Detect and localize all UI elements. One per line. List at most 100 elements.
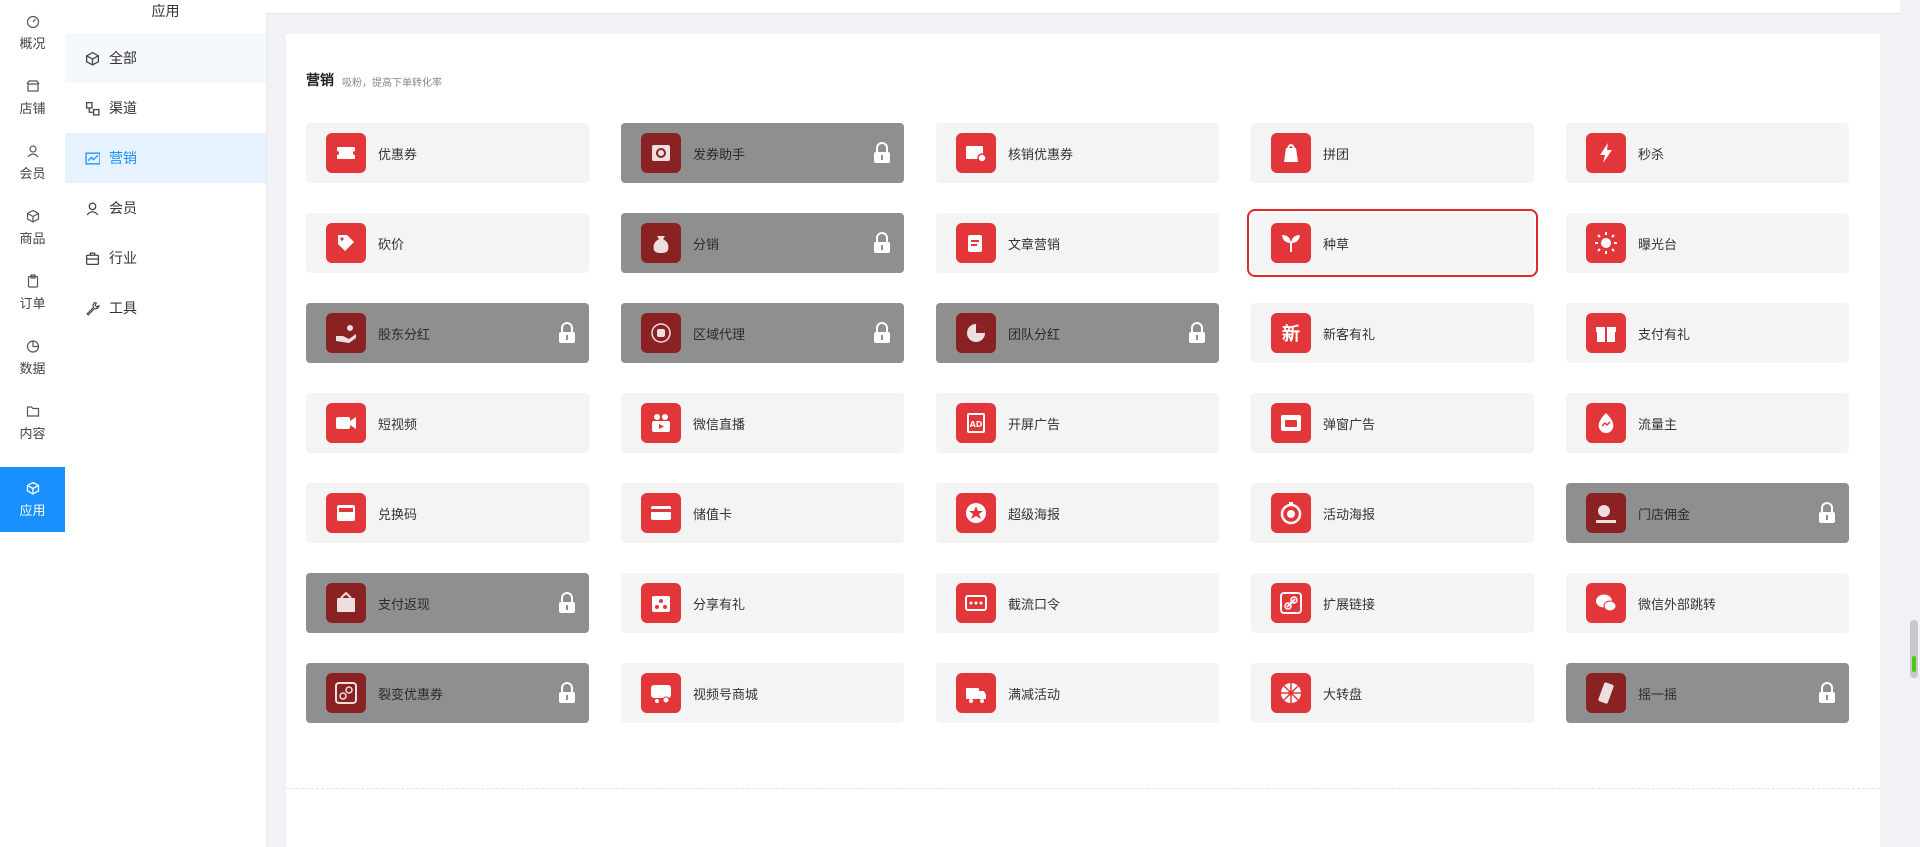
app-card[interactable]: 储值卡 (621, 483, 904, 543)
submenu-item-label: 会员 (109, 201, 137, 217)
app-card[interactable]: 流量主 (1566, 393, 1849, 453)
app-card[interactable]: 分享有礼 (621, 573, 904, 633)
vertical-scrollbar[interactable] (1910, 620, 1918, 678)
app-card[interactable]: 兑换码 (306, 483, 589, 543)
app-card-icon-box (326, 223, 366, 263)
submenu-item-4[interactable]: 会员 (65, 183, 266, 233)
sun-icon (1595, 232, 1617, 254)
section-title: 营销 (306, 73, 334, 89)
svg-text:新: 新 (1282, 323, 1300, 345)
submenu-item-5[interactable]: 行业 (65, 233, 266, 283)
password-icon (965, 595, 987, 611)
app-card[interactable]: 核销优惠券 (936, 123, 1219, 183)
app-card[interactable]: 微信直播 (621, 393, 904, 453)
app-card-label: 超级海报 (1008, 507, 1061, 523)
app-card-icon-box: AD (956, 403, 996, 443)
app-card-icon-box: 新 (1271, 313, 1311, 353)
app-card-label: 截流口令 (1008, 597, 1061, 613)
rail-item-2[interactable]: 店铺 (0, 65, 65, 130)
app-card[interactable]: 大转盘 (1251, 663, 1534, 723)
card-icon (651, 506, 671, 520)
group-buy-icon (1284, 144, 1298, 162)
money-bag-icon (653, 236, 669, 253)
app-card-label: 股东分红 (378, 327, 431, 343)
submenu-item-1[interactable]: 全部 (65, 33, 266, 83)
rail-item-6[interactable]: 数据 (0, 325, 65, 390)
app-card[interactable]: 优惠券 (306, 123, 589, 183)
app-card[interactable]: 区域代理 (621, 303, 904, 363)
submenu-item-label: 行业 (109, 251, 137, 267)
fission-coupon-icon (335, 682, 357, 704)
rail-item-3[interactable]: 会员 (0, 130, 65, 195)
app-card-label: 砍价 (378, 237, 405, 253)
app-card[interactable]: 弹窗广告 (1251, 393, 1534, 453)
app-card[interactable]: 微信外部跳转 (1566, 573, 1849, 633)
app-card[interactable]: 支付有礼 (1566, 303, 1849, 363)
app-card[interactable]: 股东分红 (306, 303, 589, 363)
app-card[interactable]: 支付返现 (306, 573, 589, 633)
app-card[interactable]: 摇一摇 (1566, 663, 1849, 723)
rail-item-7[interactable]: 内容 (0, 390, 65, 455)
app-card-label: 开屏广告 (1008, 417, 1061, 433)
app-card[interactable]: AD 开屏广告 (936, 393, 1219, 453)
app-card[interactable]: 拼团 (1251, 123, 1534, 183)
app-card-icon-box (1271, 673, 1311, 713)
wechat-icon (1596, 594, 1617, 612)
app-card[interactable]: 新 新客有礼 (1251, 303, 1534, 363)
app-card-icon-box (1586, 403, 1626, 443)
app-card[interactable]: 分销 (621, 213, 904, 273)
app-card[interactable]: 视频号商城 (621, 663, 904, 723)
cashback-icon (337, 591, 355, 612)
app-card[interactable]: 发券助手 (621, 123, 904, 183)
rail-item-4[interactable]: 商品 (0, 195, 65, 260)
app-card-icon-box (326, 493, 366, 533)
app-card-label: 短视频 (378, 417, 418, 433)
app-card[interactable]: 种草 (1247, 209, 1538, 277)
app-card-icon-box (641, 403, 681, 443)
app-card-label: 拼团 (1323, 147, 1350, 163)
coupon-icon (335, 147, 357, 159)
app-card-label: 支付返现 (378, 597, 431, 613)
app-card-label: 流量主 (1638, 417, 1678, 433)
coins-icon (651, 323, 671, 343)
lock-icon (559, 592, 575, 613)
app-card-icon-box (641, 223, 681, 263)
app-card[interactable]: 秒杀 (1566, 123, 1849, 183)
app-card-icon-box (956, 133, 996, 173)
app-card[interactable]: 截流口令 (936, 573, 1219, 633)
app-card[interactable]: 满减活动 (936, 663, 1219, 723)
rail-item-5[interactable]: 订单 (0, 260, 65, 325)
app-card[interactable]: 短视频 (306, 393, 589, 453)
discount-truck-icon (966, 688, 986, 703)
lock-icon (874, 322, 890, 343)
ad-icon: AD (967, 413, 985, 433)
app-card-label: 秒杀 (1638, 147, 1665, 163)
app-card-label: 核销优惠券 (1008, 147, 1074, 163)
rail-item-1[interactable]: 概况 (0, 0, 65, 65)
app-card[interactable]: 扩展链接 (1251, 573, 1534, 633)
app-card-icon-box (956, 673, 996, 713)
submenu-item-2[interactable]: 渠道 (65, 83, 266, 133)
rail-item-label: 内容 (19, 426, 46, 442)
app-card-icon-box (1271, 583, 1311, 623)
app-card[interactable]: 裂变优惠券 (306, 663, 589, 723)
submenu-item-3[interactable]: 营销 (65, 133, 266, 183)
app-cube-icon (26, 481, 39, 495)
app-card[interactable]: 超级海报 (936, 483, 1219, 543)
app-card-label: 微信直播 (693, 417, 746, 433)
app-card[interactable]: 曝光台 (1566, 213, 1849, 273)
video-mall-icon (651, 685, 671, 704)
app-card-label: 大转盘 (1323, 687, 1363, 703)
app-card[interactable]: 门店佣金 (1566, 483, 1849, 543)
app-card[interactable]: 活动海报 (1251, 483, 1534, 543)
coupon-assistant-icon (652, 145, 670, 161)
app-card[interactable]: 砍价 (306, 213, 589, 273)
redeem-code-icon (337, 505, 355, 521)
app-card-label: 弹窗广告 (1323, 417, 1376, 433)
wrench-icon (86, 301, 100, 316)
app-card-icon-box (326, 673, 366, 713)
rail-item-8[interactable]: 应用 (0, 467, 65, 532)
app-card[interactable]: 团队分红 (936, 303, 1219, 363)
submenu-item-6[interactable]: 工具 (65, 283, 266, 333)
app-card[interactable]: 文章营销 (936, 213, 1219, 273)
